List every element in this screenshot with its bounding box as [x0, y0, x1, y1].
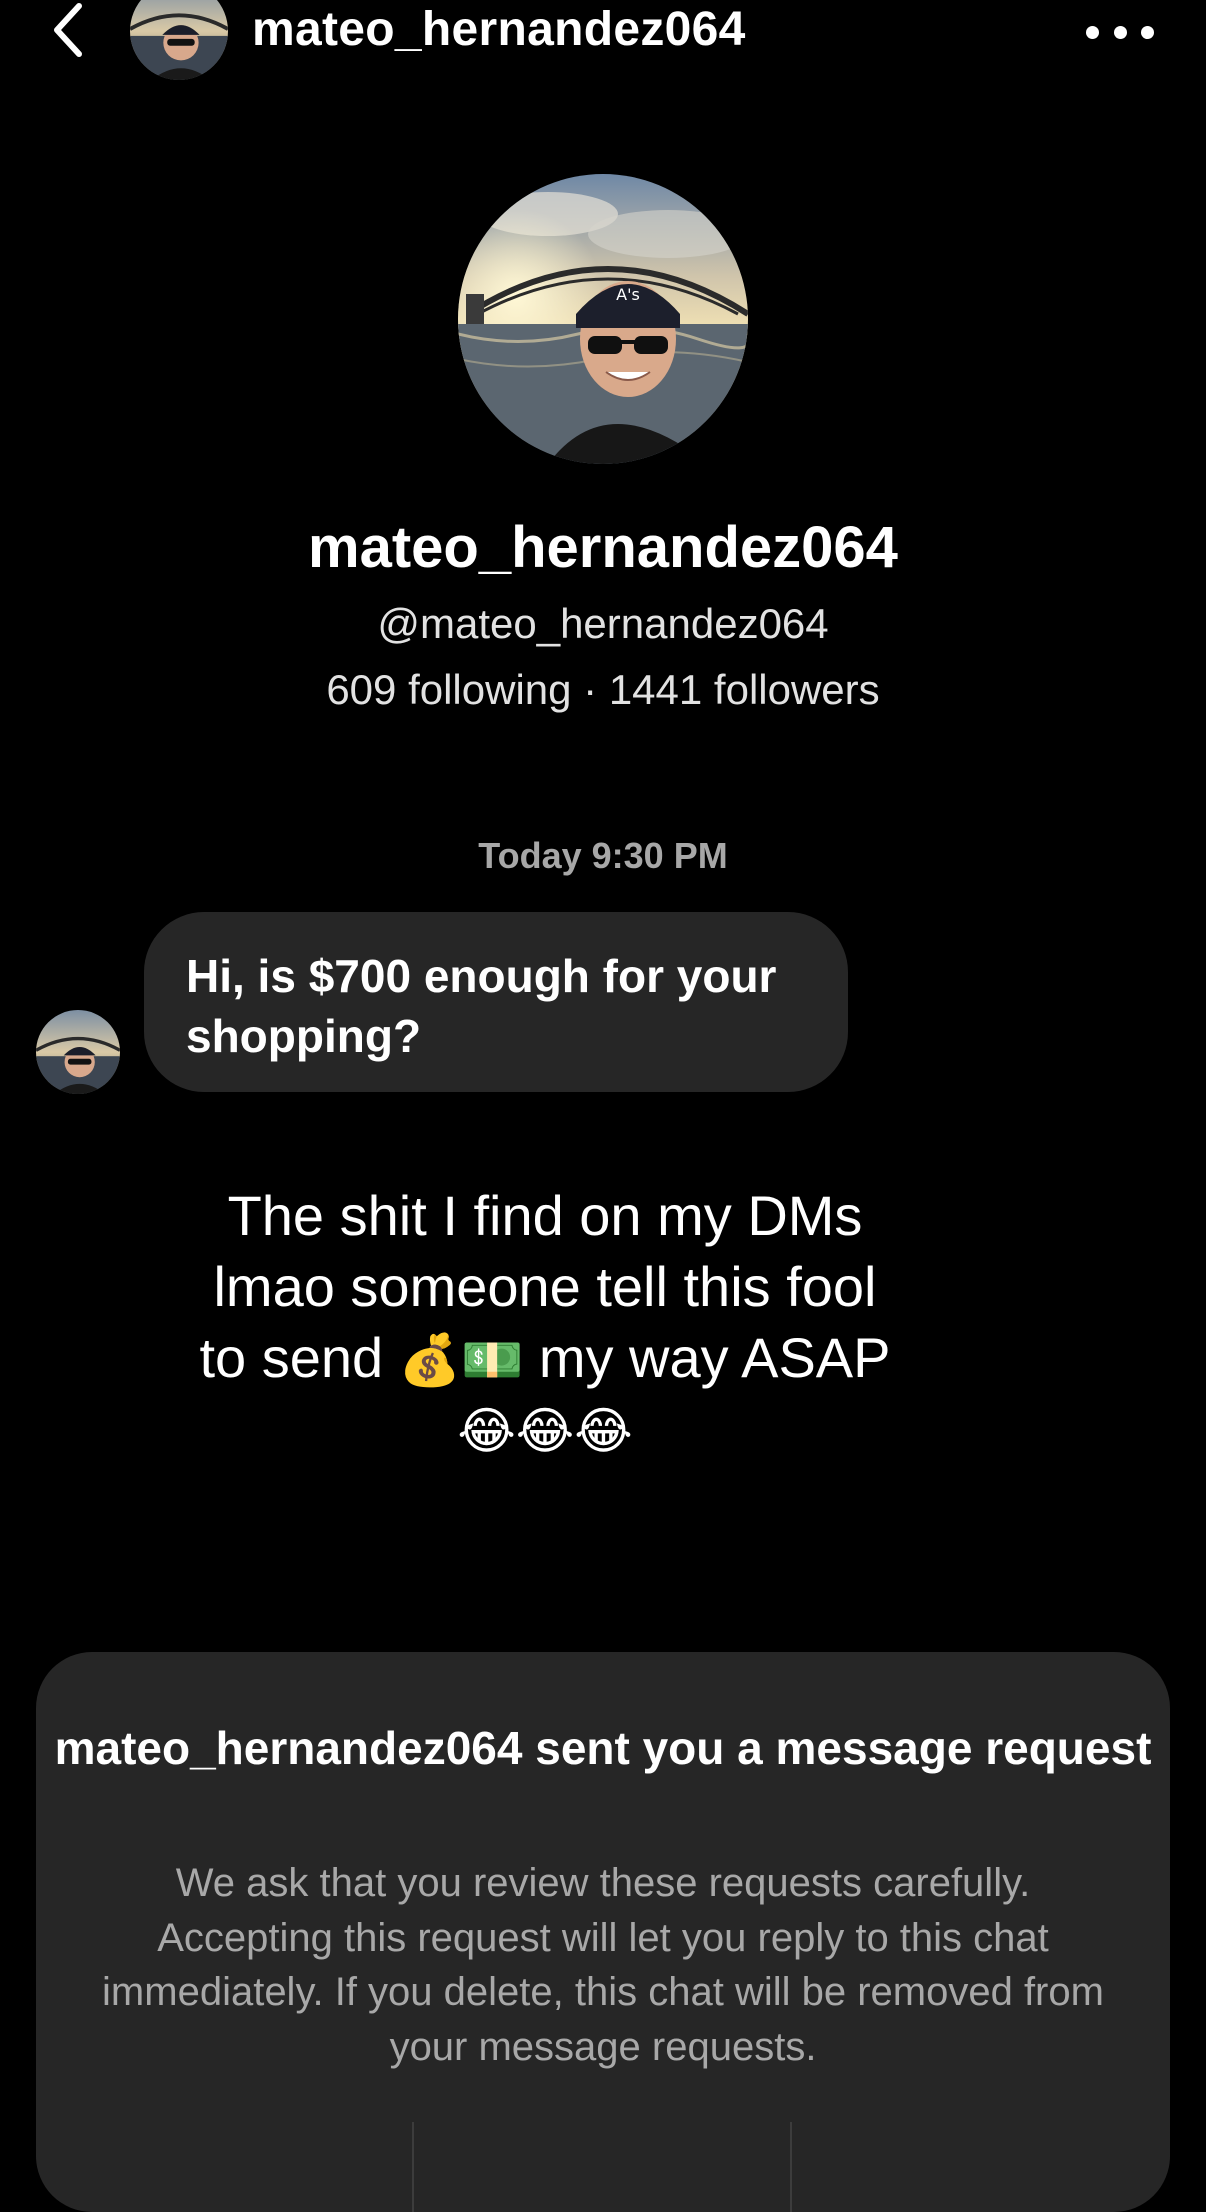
header-username[interactable]: mateo_hernandez064 — [252, 2, 746, 58]
svg-text:A's: A's — [616, 285, 640, 304]
message-timestamp: Today 9:30 PM — [478, 835, 728, 876]
message-request-card: mateo_hernandez064 sent you a message re… — [36, 1652, 1170, 2212]
request-title: mateo_hernandez064 sent you a message re… — [54, 1722, 1152, 1774]
profile-avatar[interactable]: A's — [458, 174, 748, 464]
overlay-caption: The shit I find on my DMs lmao someone t… — [120, 1180, 970, 1467]
header-avatar[interactable] — [130, 0, 228, 80]
chevron-left-icon — [54, 3, 82, 57]
action-divider — [790, 2122, 792, 2212]
more-options-button[interactable] — [1086, 10, 1154, 54]
profile-handle: @mateo_hernandez064 — [377, 600, 829, 647]
money-bag-banknote-emoji: 💰💵 — [398, 1331, 524, 1389]
caption-line: The shit I find on my DMs — [227, 1184, 863, 1247]
caption-line: lmao someone tell this fool — [213, 1255, 877, 1318]
message-text: Hi, is $700 enough for your shopping? — [186, 950, 777, 1062]
more-horizontal-icon — [1086, 25, 1099, 39]
profile-display-name: mateo_hernandez064 — [308, 515, 898, 580]
message-sender-avatar[interactable] — [36, 1010, 120, 1094]
action-divider — [412, 2122, 414, 2212]
back-button[interactable] — [38, 0, 98, 60]
message-bubble[interactable]: Hi, is $700 enough for your shopping? — [144, 912, 848, 1092]
caption-emoji-line: 😂😂😂 — [457, 1402, 633, 1460]
profile-follow-stats[interactable]: 609 following · 1441 followers — [0, 664, 1206, 716]
request-description: We ask that you review these requests ca… — [102, 1861, 1104, 2069]
caption-line: to send 💰💵 my way ASAP — [199, 1326, 891, 1389]
